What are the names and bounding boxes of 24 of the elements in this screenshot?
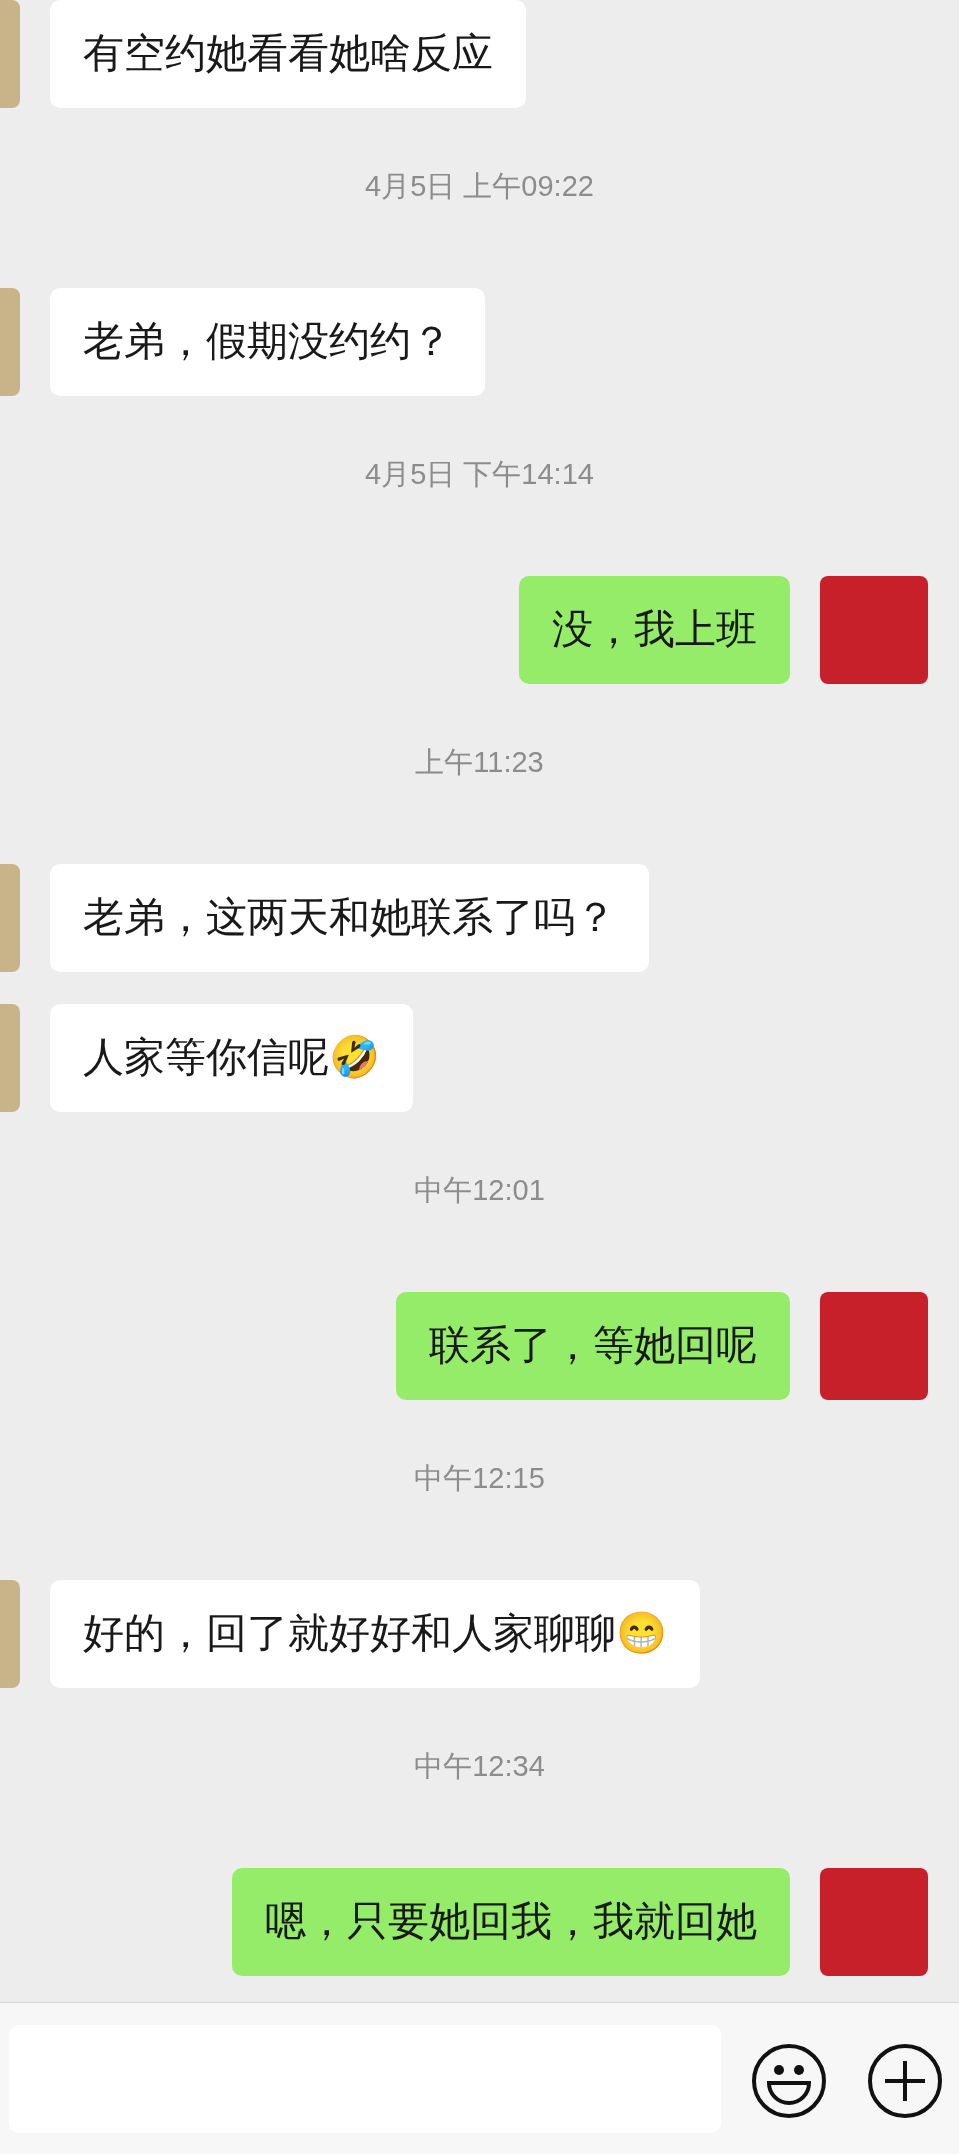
avatar-placeholder[interactable] [820, 1292, 928, 1400]
message-bubble: 嗯，只要她回我，我就回她 [232, 1868, 790, 1976]
avatar-placeholder[interactable] [0, 1580, 20, 1688]
message-bubble: 联系了，等她回呢 [396, 1292, 790, 1400]
message-bubble: 老弟，假期没约约？ [50, 288, 485, 396]
emoji-icon[interactable] [751, 2043, 827, 2119]
message-bubble: 老弟，这两天和她联系了吗？ [50, 864, 649, 972]
message-bubble: 没，我上班 [519, 576, 790, 684]
timestamp: 中午12:01 [414, 1173, 545, 1208]
avatar-placeholder[interactable] [0, 864, 20, 972]
message-bubble: 人家等你信呢🤣 [50, 1004, 413, 1112]
timestamp: 中午12:15 [414, 1461, 545, 1496]
avatar-placeholder[interactable] [820, 576, 928, 684]
message-bubble: 好的，回了就好好和人家聊聊😁 [50, 1580, 700, 1688]
avatar-placeholder[interactable] [0, 0, 20, 108]
timestamp: 4月5日 下午14:14 [365, 457, 594, 492]
avatar-placeholder[interactable] [820, 1868, 928, 1976]
avatar-placeholder[interactable] [0, 1004, 20, 1112]
message-bubble: 有空约她看看她啥反应 [50, 0, 526, 108]
timestamp: 4月5日 上午09:22 [365, 169, 594, 204]
timestamp: 上午11:23 [415, 745, 544, 780]
timestamp: 中午12:34 [414, 1749, 545, 1784]
avatar-placeholder[interactable] [0, 288, 20, 396]
plus-icon[interactable] [867, 2043, 943, 2119]
